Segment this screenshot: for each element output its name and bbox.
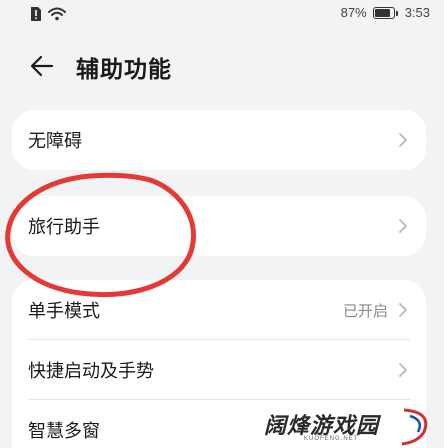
menu-item-accessibility[interactable]: 无障碍 [12, 110, 426, 170]
card-accessibility: 无障碍 [12, 110, 426, 170]
back-button[interactable] [28, 52, 56, 80]
card-travel-assistant: 旅行助手 [12, 196, 426, 256]
watermark-subtext: KUOFENG.NET [304, 436, 359, 442]
battery-fill [374, 8, 391, 17]
menu-item-one-hand-mode[interactable]: 单手模式 已开启 [12, 280, 426, 340]
chevron-right-icon [399, 303, 407, 317]
status-left [30, 6, 66, 22]
chevron-right-icon [399, 363, 407, 377]
battery-percent: 87% [340, 5, 367, 20]
menu-item-label: 单手模式 [28, 301, 100, 322]
menu-item-label: 快捷启动及手势 [28, 361, 154, 382]
wifi-icon [48, 7, 66, 21]
back-arrow-icon [30, 55, 54, 77]
status-bar: 87% 3:53 [0, 0, 444, 28]
menu-item-label: 旅行助手 [28, 217, 100, 238]
page-title: 辅助功能 [76, 57, 172, 83]
chevron-right-icon [399, 133, 407, 147]
status-label: 已开启 [342, 301, 388, 320]
clock: 3:53 [404, 5, 430, 20]
page-header: 辅助功能 [0, 44, 444, 88]
watermark-logo: 阔烽游戏园 KUOFENG.NET [264, 404, 434, 448]
sim-alert-icon [31, 7, 41, 21]
battery-icon [372, 6, 398, 19]
menu-item-travel-assistant[interactable]: 旅行助手 [12, 196, 426, 256]
status-right: 87% 3:53 [341, 5, 430, 20]
menu-item-shortcuts-gestures[interactable]: 快捷启动及手势 [12, 340, 426, 400]
menu-item-label: 无障碍 [28, 131, 82, 152]
chevron-right-icon [399, 219, 407, 233]
